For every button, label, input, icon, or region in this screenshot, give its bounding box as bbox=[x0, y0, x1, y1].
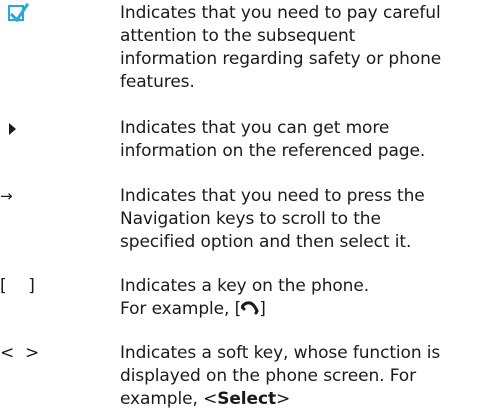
key-brackets-symbol: [ ] bbox=[0, 276, 35, 296]
description-line: Navigation keys to scroll to the bbox=[120, 209, 381, 229]
description-line: information on the referenced page. bbox=[120, 141, 426, 161]
end-call-key-icon bbox=[241, 301, 259, 315]
example-line: For example, [] bbox=[120, 298, 485, 321]
example-line: example, <Select> bbox=[120, 388, 485, 411]
entry-description: Indicates that you need to pay careful a… bbox=[120, 2, 485, 94]
example-prefix: For example, [ bbox=[120, 299, 242, 319]
example-suffix: > bbox=[275, 389, 291, 409]
triangle-right-icon bbox=[9, 123, 16, 135]
description-line: information regarding safety or phone bbox=[120, 49, 442, 69]
description-line: Indicates that you need to press the bbox=[120, 186, 425, 206]
arrow-right-icon: → bbox=[0, 187, 13, 205]
softkey-label: Select bbox=[217, 389, 276, 409]
entry-description: Indicates a soft key, whose function is … bbox=[120, 342, 485, 411]
symbol-cell bbox=[0, 2, 110, 71]
example-prefix: example, < bbox=[120, 389, 218, 409]
checkbox-checked-icon bbox=[8, 2, 29, 23]
example-suffix: ] bbox=[259, 299, 266, 319]
softkey-brackets-symbol: < > bbox=[0, 343, 40, 363]
description-line: Indicates a soft key, whose function is bbox=[120, 343, 441, 363]
description-line: specified option and then select it. bbox=[120, 232, 412, 252]
symbol-cell: → bbox=[0, 185, 110, 254]
manual-page: Indicates that you need to pay careful a… bbox=[0, 0, 489, 409]
description-line: attention to the subsequent bbox=[120, 26, 356, 46]
symbol-cell: [ ] bbox=[0, 275, 110, 344]
description-line: displayed on the phone screen. For bbox=[120, 366, 416, 386]
entry-description: Indicates that you need to press the Nav… bbox=[120, 185, 485, 254]
symbol-cell: < > bbox=[0, 342, 110, 411]
entry-description: Indicates that you can get more informat… bbox=[120, 117, 485, 163]
symbol-cell bbox=[0, 117, 110, 186]
description-line: Indicates that you can get more bbox=[120, 118, 390, 138]
description-line: Indicates that you need to pay careful bbox=[120, 3, 441, 23]
description-line: Indicates a key on the phone. bbox=[120, 276, 370, 296]
description-line: features. bbox=[120, 72, 195, 92]
entry-description: Indicates a key on the phone. For exampl… bbox=[120, 275, 485, 321]
